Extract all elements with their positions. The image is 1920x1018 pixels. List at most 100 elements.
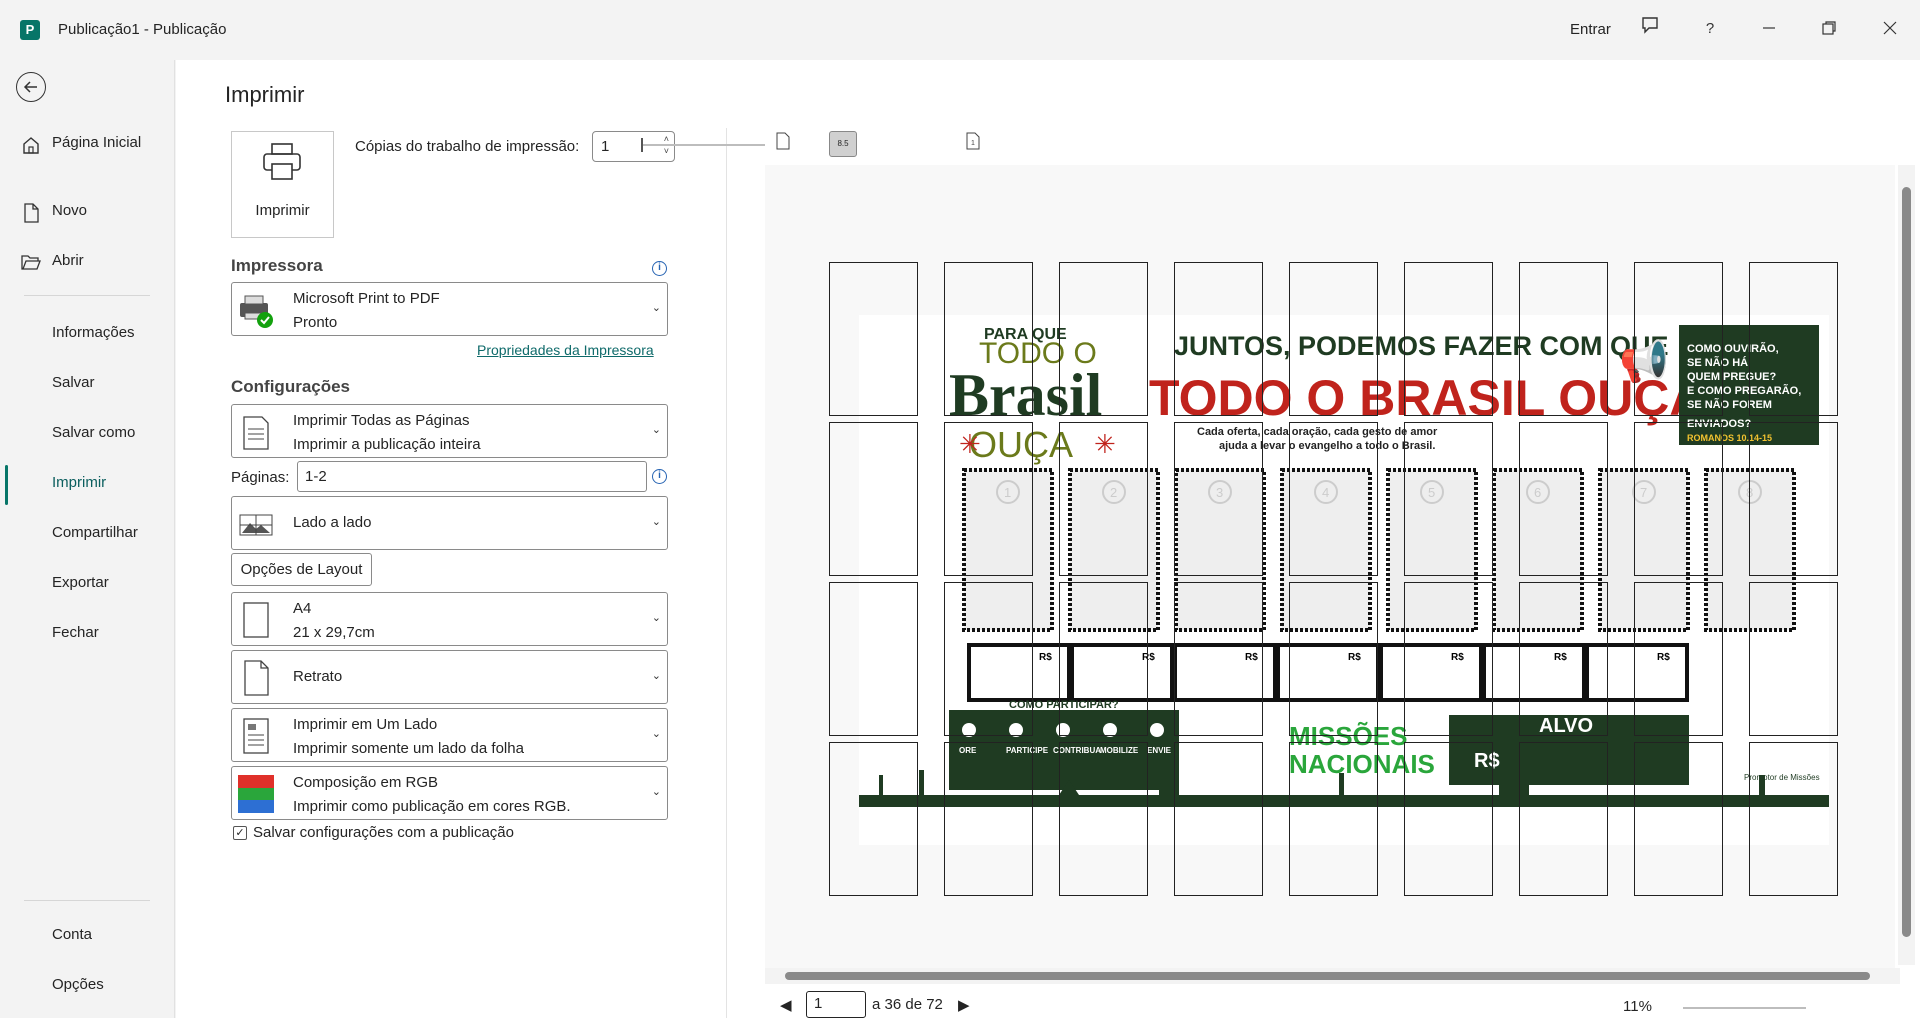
- print-tile: [944, 262, 1033, 416]
- paper-size-title: A4: [293, 600, 312, 617]
- back-arrow-icon[interactable]: [16, 72, 46, 102]
- home-icon: [20, 135, 42, 160]
- print-tile: [1404, 582, 1493, 736]
- paper-size-dropdown[interactable]: A4 21 x 29,7cm ⌄: [231, 592, 668, 646]
- printer-status: Pronto: [293, 314, 338, 331]
- sidebar-item-label: Conta: [52, 926, 93, 943]
- print-button[interactable]: Imprimir: [231, 131, 334, 238]
- printer-ready-icon: [240, 295, 273, 328]
- single-page-icon[interactable]: [776, 132, 790, 154]
- next-page-icon[interactable]: ▶: [958, 996, 970, 1014]
- page-title: Imprimir: [225, 82, 305, 107]
- sides-dropdown[interactable]: Imprimir em Um Lado Imprimir somente um …: [231, 708, 668, 762]
- save-settings-label: Salvar configurações com a publicação: [253, 824, 514, 841]
- close-icon[interactable]: [1875, 14, 1905, 44]
- step-label: ENVIE: [1147, 746, 1172, 755]
- print-tile: [1174, 262, 1263, 416]
- print-tile: [1059, 262, 1148, 416]
- print-tile: [1174, 742, 1263, 896]
- paper-size-desc: 21 x 29,7cm: [293, 624, 375, 641]
- window-title: Publicação1 - Publicação: [58, 21, 227, 38]
- orientation-title: Retrato: [293, 668, 343, 685]
- info-icon[interactable]: i: [652, 469, 667, 484]
- page-number-icon[interactable]: 1: [966, 132, 980, 154]
- print-tile: [1404, 422, 1493, 576]
- preview-zoom-slider[interactable]: [641, 138, 765, 152]
- scroll-thumb[interactable]: [785, 972, 1870, 980]
- pages-label: Páginas:: [231, 469, 290, 486]
- layout-title: Lado a lado: [293, 514, 372, 531]
- printer-dropdown[interactable]: Microsoft Print to PDF Pronto ⌄: [231, 282, 668, 336]
- one-sided-icon: [243, 718, 269, 754]
- restore-icon[interactable]: [1814, 14, 1844, 44]
- print-tile: [1634, 262, 1723, 416]
- print-tile: [1404, 742, 1493, 896]
- zoom-slider[interactable]: [1683, 1007, 1806, 1009]
- print-range-dropdown[interactable]: Imprimir Todas as Páginas Imprimir a pub…: [231, 404, 668, 458]
- print-tile: [1634, 742, 1723, 896]
- page-count: a 36 de 72: [872, 996, 943, 1013]
- pages-icon: [243, 416, 269, 450]
- title-bar: P Publicação1 - Publicação Entrar ?: [0, 0, 1920, 60]
- layout-dropdown[interactable]: Lado a lado ⌄: [231, 496, 668, 550]
- settings-heading: Configurações: [231, 377, 351, 396]
- copies-value: 1: [601, 138, 610, 155]
- print-tile: [1059, 422, 1148, 576]
- print-tile: [1749, 422, 1838, 576]
- print-tile: [944, 422, 1033, 576]
- sidebar-item-label: Imprimir: [52, 474, 107, 491]
- help-icon[interactable]: ?: [1695, 14, 1725, 44]
- vertical-scrollbar[interactable]: [1898, 165, 1915, 965]
- print-tile: [1634, 422, 1723, 576]
- print-tile: [829, 422, 918, 576]
- copies-label: Cópias do trabalho de impressão:: [355, 138, 580, 155]
- previous-page-icon[interactable]: ◀: [780, 996, 792, 1014]
- print-tile: [829, 742, 918, 896]
- print-tile: [944, 582, 1033, 736]
- pane-divider: [726, 128, 727, 1018]
- sidebar-item-label: Exportar: [52, 574, 109, 591]
- save-settings-checkbox[interactable]: ✓: [233, 826, 247, 840]
- sidebar-item-label: Salvar como: [52, 424, 136, 441]
- svg-text:R$: R$: [1039, 652, 1052, 663]
- sidebar-item-label: Compartilhar: [52, 524, 138, 541]
- sidebar-item-label: Salvar: [52, 374, 95, 391]
- page-number-input[interactable]: 1: [806, 991, 866, 1018]
- print-tile: [829, 262, 918, 416]
- info-icon[interactable]: i: [652, 261, 667, 276]
- print-tile: [829, 582, 918, 736]
- sides-title: Imprimir em Um Lado: [293, 716, 438, 733]
- print-tile: [1059, 742, 1148, 896]
- print-tile: [1289, 262, 1378, 416]
- orientation-dropdown[interactable]: Retrato ⌄: [231, 650, 668, 704]
- print-tile: [1289, 582, 1378, 736]
- printer-heading: Impressora: [231, 256, 323, 275]
- chevron-down-icon: ⌄: [651, 786, 661, 798]
- chevron-down-icon: ⌄: [651, 670, 661, 682]
- backstage-sidebar: Página Inicial Novo Abrir Informações Sa…: [0, 60, 175, 1018]
- print-tile: [1749, 262, 1838, 416]
- printer-properties-link[interactable]: Propriedades da Impressora: [477, 342, 654, 358]
- tiled-sheet: PARA QUE TODO O Brasil OUÇA ✳ ✳ JUNTOS, …: [829, 262, 1859, 896]
- sidebar-item-label: Opções: [52, 976, 104, 993]
- print-range-title: Imprimir Todas as Páginas: [293, 412, 470, 429]
- horizontal-scrollbar[interactable]: [765, 968, 1900, 984]
- feedback-icon[interactable]: [1635, 14, 1665, 44]
- sidebar-item-label: Fechar: [52, 624, 99, 641]
- sign-in-button[interactable]: Entrar: [1570, 21, 1611, 38]
- chevron-down-icon: ⌄: [651, 424, 661, 436]
- minimize-icon[interactable]: [1754, 14, 1784, 44]
- print-tile: [1174, 422, 1263, 576]
- rgb-icon: [238, 775, 274, 813]
- zoom-level: 11%: [1623, 998, 1652, 1015]
- step-icon: [1150, 723, 1164, 737]
- copies-stepper[interactable]: 1 ˄ ˅: [592, 131, 675, 162]
- scroll-thumb[interactable]: [1902, 187, 1911, 937]
- color-dropdown[interactable]: Composição em RGB Imprimir como publicaç…: [231, 766, 668, 820]
- pages-input[interactable]: 1-2: [297, 461, 647, 492]
- print-tile: [1174, 582, 1263, 736]
- portrait-icon: [244, 660, 269, 696]
- layout-options-button[interactable]: Opções de Layout: [231, 553, 372, 586]
- publisher-app-icon: P: [20, 20, 40, 40]
- scale-8-5-button[interactable]: 8.5: [829, 131, 857, 157]
